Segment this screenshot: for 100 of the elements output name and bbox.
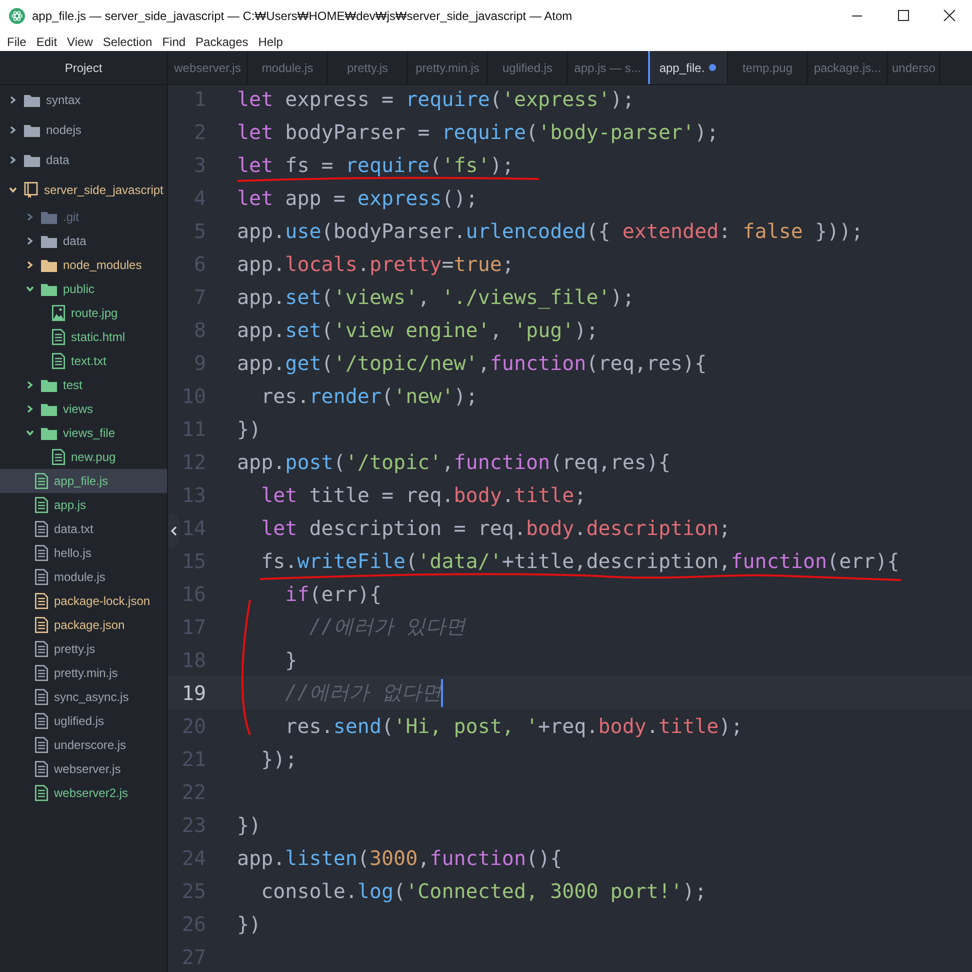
file-icon <box>52 329 65 345</box>
window-title: app_file.js — server_side_javascript — C:₩Users₩HOME₩dev₩js₩server_side_javascript — Atom <box>32 9 572 23</box>
tree-item[interactable]: uglified.js <box>0 709 167 733</box>
tree-item[interactable]: data <box>0 145 167 175</box>
code-line: }); <box>260 746 298 770</box>
chevron-down-icon[interactable] <box>25 428 35 438</box>
menu-item[interactable]: Help <box>253 34 288 48</box>
menu-item[interactable]: View <box>62 34 98 48</box>
editor-tab[interactable]: package.js... <box>808 51 888 84</box>
tree-item[interactable]: module.js <box>0 565 167 589</box>
editor-tab[interactable]: module.js <box>248 51 328 84</box>
editor-tab[interactable]: pretty.min.js <box>408 51 488 84</box>
chevron-right-icon[interactable] <box>25 236 35 246</box>
tree-item[interactable]: static.html <box>0 325 167 349</box>
folder-icon <box>41 378 57 392</box>
code-line: app.post('/topic',function(req,res){ <box>237 450 671 474</box>
code-line: let express = require('express'); <box>237 86 634 110</box>
tree-item[interactable]: nodejs <box>0 115 167 145</box>
tree-item[interactable]: views_file <box>0 421 167 445</box>
text-cursor <box>441 678 444 706</box>
tree-item[interactable]: pretty.min.js <box>0 661 167 685</box>
file-icon <box>35 665 48 681</box>
editor-tab[interactable]: webserver.js <box>168 51 248 84</box>
image-file-icon <box>52 305 65 321</box>
file-icon <box>52 449 65 465</box>
tree-item[interactable]: package-lock.json <box>0 589 167 613</box>
tree-item[interactable]: sync_async.js <box>0 685 167 709</box>
file-icon <box>35 689 48 705</box>
tree-item[interactable]: package.json <box>0 613 167 637</box>
file-icon <box>35 641 48 657</box>
tree-item[interactable]: app_file.js <box>0 469 167 493</box>
file-icon <box>35 473 48 489</box>
tree-item[interactable]: server_side_javascript <box>0 175 167 205</box>
code-line: res.render('new'); <box>260 384 478 408</box>
file-icon <box>35 497 48 513</box>
tree-item[interactable]: new.pug <box>0 445 167 469</box>
code-line: let bodyParser = require('body-parser'); <box>237 120 719 144</box>
tree-item[interactable]: test <box>0 373 167 397</box>
tree-item[interactable]: underscore.js <box>0 733 167 757</box>
code-line: app.use(bodyParser.urlencoded({ extended: false })); <box>237 218 864 242</box>
chevron-down-icon[interactable] <box>8 185 18 195</box>
editor-tab[interactable]: pretty.js <box>328 51 408 84</box>
code-line: }) <box>237 912 262 936</box>
code-line: } <box>284 648 298 672</box>
collapse-panel-button[interactable] <box>168 513 180 549</box>
chevron-right-icon[interactable] <box>25 380 35 390</box>
atom-icon <box>9 8 25 24</box>
tree-item[interactable]: data <box>0 229 167 253</box>
folder-icon <box>41 402 57 416</box>
menu-item[interactable]: Edit <box>31 34 62 48</box>
tree-item[interactable]: hello.js <box>0 541 167 565</box>
chevron-right-icon[interactable] <box>8 95 18 105</box>
menu-item[interactable]: Packages <box>190 34 254 48</box>
line-number: 19 <box>181 680 206 704</box>
chevron-left-icon <box>170 526 178 536</box>
editor-tab[interactable]: uglified.js <box>488 51 568 84</box>
tree-item[interactable]: webserver.js <box>0 757 167 781</box>
code-line: app.listen(3000,function(){ <box>237 846 562 870</box>
tree-item[interactable]: text.txt <box>0 349 167 373</box>
tree-item[interactable]: webserver2.js <box>0 781 167 805</box>
menu-item[interactable]: File <box>2 34 32 48</box>
code-line: res.send('Hi, post, '+req.body.title); <box>284 714 743 738</box>
folder-icon <box>41 234 57 248</box>
menu-item[interactable]: Find <box>157 34 191 48</box>
chevron-right-icon[interactable] <box>25 260 35 270</box>
code-line: if(err){ <box>284 582 382 606</box>
code-line: let title = req.body.title; <box>260 482 586 506</box>
file-icon <box>52 353 65 369</box>
file-icon <box>35 785 48 801</box>
file-icon <box>35 737 48 753</box>
tree-item[interactable]: syntax <box>0 85 167 115</box>
editor-tab[interactable]: underso <box>888 51 940 84</box>
tree-item[interactable]: data.txt <box>0 517 167 541</box>
file-icon <box>35 593 48 609</box>
tree-item[interactable]: node_modules <box>0 253 167 277</box>
chevron-right-icon[interactable] <box>8 155 18 165</box>
tree-item[interactable]: app.js <box>0 493 167 517</box>
folder-icon <box>41 282 57 296</box>
editor-tab[interactable]: temp.pug <box>728 51 808 84</box>
code-line: app.get('/topic/new',function(req,res){ <box>237 350 707 374</box>
tree-item[interactable]: pretty.js <box>0 637 167 661</box>
file-icon <box>35 569 48 585</box>
file-icon <box>35 617 48 633</box>
file-icon <box>35 761 48 777</box>
menu-item[interactable]: Selection <box>98 34 158 48</box>
code-line: }) <box>237 812 262 836</box>
chevron-right-icon[interactable] <box>25 404 35 414</box>
tree-item[interactable]: public <box>0 277 167 301</box>
code-line: }) <box>237 416 262 440</box>
code-line: app.set('view engine', 'pug'); <box>237 318 598 342</box>
chevron-down-icon[interactable] <box>25 284 35 294</box>
tree-item[interactable]: views <box>0 397 167 421</box>
code-line: //에러가 있다면 <box>308 613 466 640</box>
editor-tab[interactable]: app_file. <box>648 51 728 84</box>
chevron-right-icon[interactable] <box>8 125 18 135</box>
folder-icon <box>24 124 40 136</box>
tree-item[interactable]: route.jpg <box>0 301 167 325</box>
code-line: let app = express(); <box>237 186 478 210</box>
folder-icon <box>41 426 57 440</box>
file-icon <box>35 521 48 537</box>
